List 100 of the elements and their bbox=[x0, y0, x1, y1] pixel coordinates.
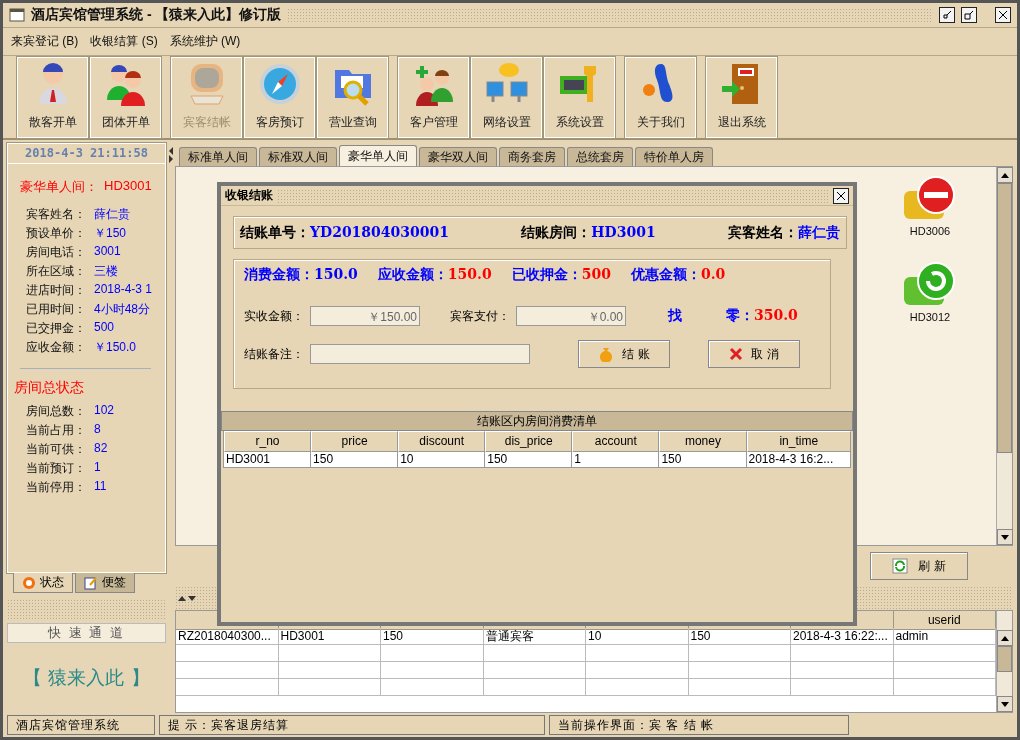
field-label: 实收金额： bbox=[244, 307, 304, 325]
menu-item[interactable]: 来宾登记 (B) bbox=[11, 33, 79, 50]
field-label: 宾客姓名： bbox=[26, 206, 86, 223]
maximize-button[interactable] bbox=[961, 7, 977, 23]
field-value: 薛仁贵 bbox=[94, 206, 131, 223]
field-label: 进店时间： bbox=[26, 282, 86, 299]
room-type-tab[interactable]: 商务套房 bbox=[499, 147, 565, 166]
toolbar-button[interactable]: 客房预订 bbox=[244, 56, 315, 138]
section-heading: 房间总状态 bbox=[14, 379, 85, 397]
room-type-tab[interactable]: 标准单人间 bbox=[179, 147, 257, 166]
scroll-down-arrow-icon[interactable] bbox=[1001, 534, 1009, 540]
panel-tab[interactable]: 状态 bbox=[13, 573, 73, 593]
column-header: discount bbox=[398, 431, 486, 452]
table-cell: 10 bbox=[586, 628, 689, 645]
note-field[interactable] bbox=[310, 344, 530, 364]
field-value: 2018-4-3 1 bbox=[94, 282, 154, 298]
panel-tab[interactable]: 便签 bbox=[75, 573, 135, 593]
close-button[interactable] bbox=[995, 7, 1011, 23]
scroll-up-button[interactable] bbox=[997, 630, 1013, 646]
table-cell: 150 bbox=[311, 452, 399, 468]
toolbar-button[interactable]: 营业查询 bbox=[317, 56, 388, 138]
table-cell: RZ2018040300... bbox=[176, 628, 279, 645]
restore-icon bbox=[942, 10, 952, 20]
room-number: HD3006 bbox=[909, 225, 951, 237]
amount-text: 已收押金：500 bbox=[511, 266, 611, 284]
field-label: 房间电话： bbox=[26, 244, 86, 261]
toolbar-button[interactable]: 网络设置 bbox=[471, 56, 542, 138]
room-number: HD3012 bbox=[909, 311, 951, 323]
column-header: money bbox=[659, 431, 747, 452]
scroll-down-button[interactable] bbox=[997, 529, 1013, 545]
bill-info: 宾客姓名：薛仁贵 bbox=[728, 223, 840, 242]
column-header: userid bbox=[893, 611, 996, 630]
amount-field[interactable]: ￥0.00 bbox=[516, 306, 626, 326]
column-header: account bbox=[572, 431, 660, 452]
bill-info: 结账单号：YD201804030001 bbox=[240, 223, 450, 242]
close-icon bbox=[836, 190, 846, 201]
minimize-button[interactable] bbox=[939, 7, 955, 23]
cancel-button[interactable]: 取 消 bbox=[708, 340, 800, 368]
field-value: 1 bbox=[94, 460, 102, 476]
menu-item[interactable]: 系统维护 (W) bbox=[169, 33, 241, 50]
scroll-thumb[interactable] bbox=[997, 646, 1012, 672]
amount-text: 应收金额：150.0 bbox=[377, 266, 492, 284]
scroll-up-arrow-icon[interactable] bbox=[1001, 172, 1009, 178]
field-value: ￥150 bbox=[94, 225, 128, 242]
table-cell: 2018-4-3 16:2... bbox=[746, 452, 851, 468]
toolbar-button[interactable]: 客户管理 bbox=[398, 56, 469, 138]
field-label: 当前预订： bbox=[26, 460, 86, 477]
expand-arrows-icon[interactable] bbox=[177, 595, 197, 601]
table-cell: HD3001 bbox=[278, 628, 381, 645]
field-label: 当前停用： bbox=[26, 479, 86, 496]
status-field: 提 示：宾客退房结算 bbox=[159, 715, 545, 735]
toolbar-button[interactable]: 团体开单 bbox=[90, 56, 161, 138]
room-type-tab[interactable]: 豪华双人间 bbox=[419, 147, 497, 166]
toolbar-button[interactable]: 退出系统 bbox=[706, 56, 777, 138]
toolbar-button[interactable]: 散客开单 bbox=[17, 56, 88, 138]
field-label: 当前可供： bbox=[26, 441, 86, 458]
amount-field[interactable]: ￥150.00 bbox=[310, 306, 420, 326]
table-cell: 1 bbox=[572, 452, 660, 468]
scroll-up-arrow-icon[interactable] bbox=[1001, 635, 1009, 641]
amount-text: 消费金额：150.0 bbox=[244, 266, 358, 284]
room-type-label: 豪华单人间： bbox=[20, 178, 98, 196]
field-label: 结账备注： bbox=[244, 345, 304, 363]
field-value: 8 bbox=[94, 422, 102, 438]
scroll-down-button[interactable] bbox=[997, 696, 1013, 712]
field-label: 房间总数： bbox=[26, 403, 86, 420]
field-label: 已用时间： bbox=[26, 301, 86, 318]
toolbar-button[interactable]: 关于我们 bbox=[625, 56, 696, 138]
refresh-button[interactable]: 刷 新 bbox=[870, 552, 968, 580]
table-cell: 10 bbox=[398, 452, 486, 468]
table-cell: 150 bbox=[688, 628, 791, 645]
table-cell: 普通宾客 bbox=[483, 628, 586, 645]
scroll-thumb[interactable] bbox=[997, 183, 1012, 453]
column-header: price bbox=[311, 431, 399, 452]
close-button[interactable] bbox=[833, 187, 849, 204]
logo-text: 【 猿来入此 】 bbox=[22, 665, 151, 690]
table-cell: 150 bbox=[485, 452, 573, 468]
menu-item[interactable]: 收银结算 (S) bbox=[90, 33, 158, 50]
room-type-tab[interactable]: 标准双人间 bbox=[259, 147, 337, 166]
column-header: dis_price bbox=[485, 431, 573, 452]
scroll-down-arrow-icon[interactable] bbox=[1001, 701, 1009, 707]
room-type-tab[interactable]: 豪华单人间 bbox=[339, 145, 417, 166]
table-caption: 结账区内房间消费清单 bbox=[221, 411, 853, 431]
field-value: 11 bbox=[94, 479, 108, 495]
column-header: in_time bbox=[746, 431, 851, 452]
room-type-tab[interactable]: 总统套房 bbox=[567, 147, 633, 166]
bill-info: 结账房间：HD3001 bbox=[521, 223, 656, 242]
field-label: 应收金额： bbox=[26, 339, 86, 356]
change-label: 找 bbox=[668, 307, 682, 325]
scroll-up-button[interactable] bbox=[997, 167, 1013, 183]
date-time: 2018-4-3 21:11:58 bbox=[8, 144, 165, 164]
table-cell: 150 bbox=[659, 452, 747, 468]
collapse-arrow-icon[interactable] bbox=[167, 146, 174, 164]
field-value: 三楼 bbox=[94, 263, 119, 280]
checkout-button[interactable]: 结 账 bbox=[578, 340, 670, 368]
room-type-tab[interactable]: 特价单人房 bbox=[635, 147, 713, 166]
field-value: 3001 bbox=[94, 244, 122, 260]
field-label: 当前占用： bbox=[26, 422, 86, 439]
field-label: 所在区域： bbox=[26, 263, 86, 280]
toolbar-button[interactable]: 系统设置 bbox=[544, 56, 615, 138]
status-field: 当前操作界面：宾 客 结 帐 bbox=[549, 715, 849, 735]
